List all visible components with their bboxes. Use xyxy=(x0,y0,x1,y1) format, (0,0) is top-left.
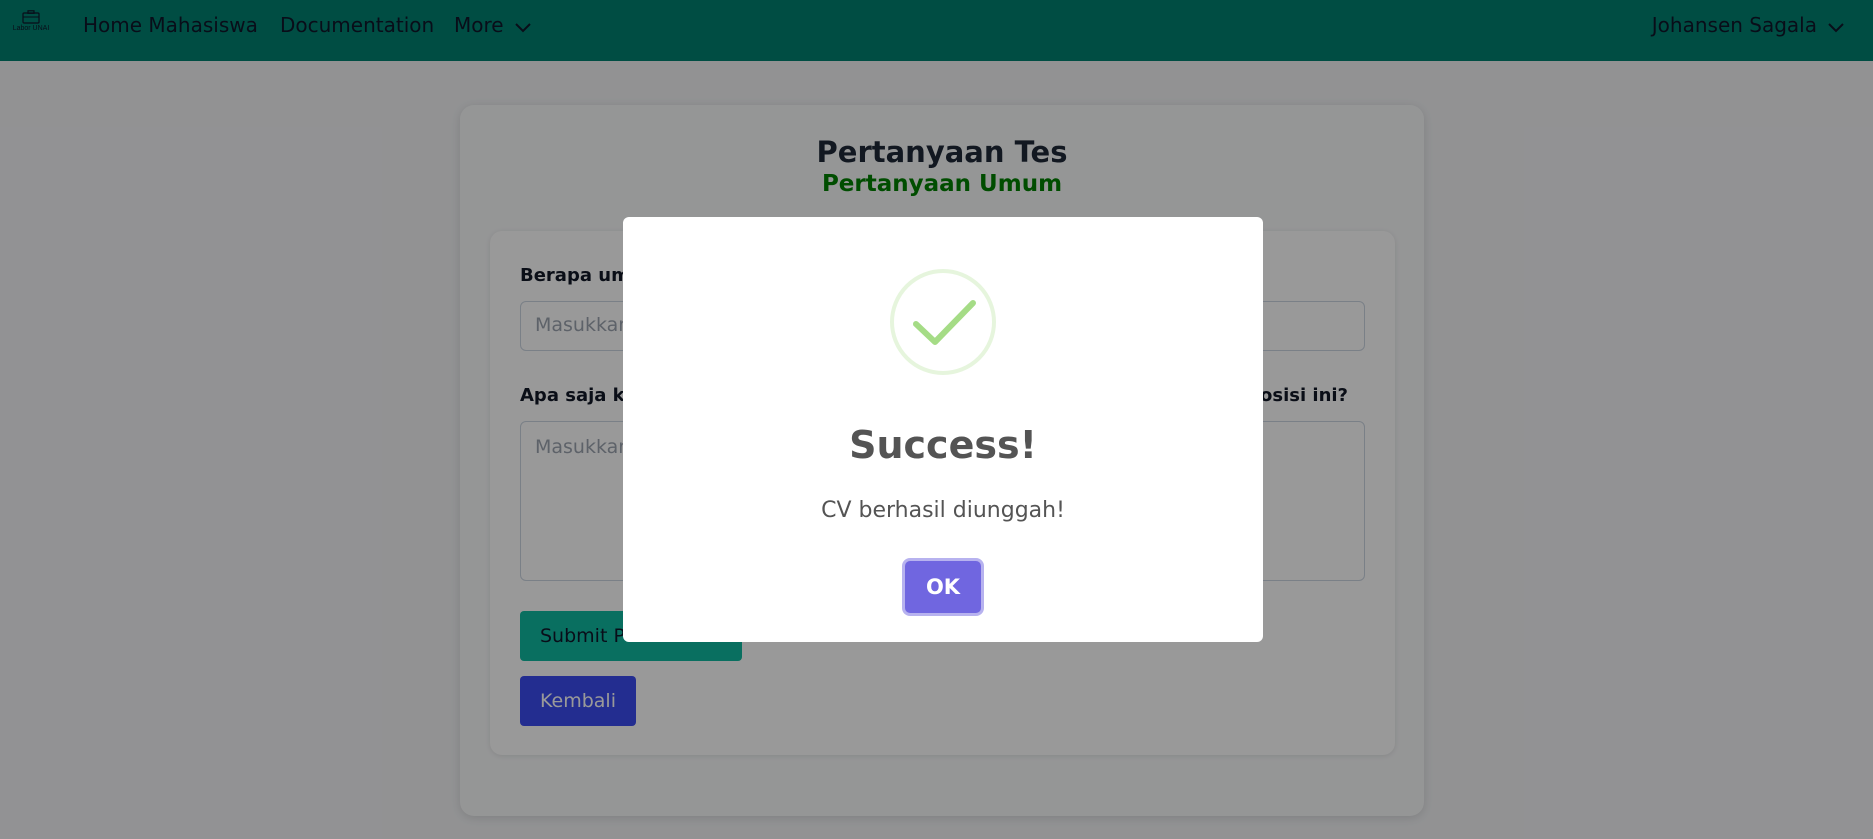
dialog-title: Success! xyxy=(849,423,1037,467)
ok-button[interactable]: OK xyxy=(905,561,981,613)
check-circle-icon xyxy=(890,269,996,375)
dialog-message: CV berhasil diunggah! xyxy=(821,498,1065,523)
success-dialog: Success! CV berhasil diunggah! OK xyxy=(623,217,1263,642)
